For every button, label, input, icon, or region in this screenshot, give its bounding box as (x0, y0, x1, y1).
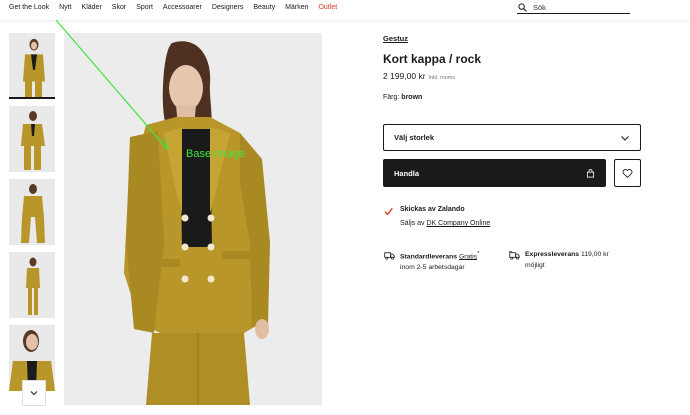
nav-accessoarer[interactable]: Accessoarer (163, 4, 202, 11)
search-bar (517, 1, 630, 14)
thumbnail-scroll-down-button[interactable] (22, 380, 46, 406)
seller-link[interactable]: DK Company Online (426, 220, 490, 227)
category-nav: Get the Look Nytt Kläder Skor Sport Acce… (9, 4, 337, 11)
nav-get-the-look[interactable]: Get the Look (9, 4, 49, 11)
express-delivery-price: 119,00 kr (580, 251, 609, 258)
express-delivery-text: Expressleverans 119,00 kr möjligt (525, 249, 609, 271)
truck-icon (384, 252, 395, 260)
color-label: Färg: (383, 94, 400, 101)
search-icon[interactable] (518, 2, 527, 12)
shipped-by-text: Skickas av Zalando (400, 206, 465, 213)
standard-delivery-price[interactable]: Gratis (459, 253, 477, 260)
color-value: brown (401, 94, 423, 101)
express-delivery-label: Expressleverans (525, 251, 580, 258)
chevron-down-icon (621, 135, 629, 141)
chevron-down-icon (30, 391, 38, 396)
price-value: 2 199,00 kr (383, 71, 426, 81)
express-truck-icon (509, 251, 520, 260)
nav-designers[interactable]: Designers (212, 4, 244, 11)
shopping-bag-icon (586, 168, 595, 178)
brand-link[interactable]: Gestuz (383, 34, 408, 43)
size-select[interactable]: Välj storlek (383, 124, 641, 151)
nav-beauty[interactable]: Beauty (253, 4, 275, 11)
thumbnail-4[interactable] (9, 252, 55, 318)
buy-label: Handla (394, 168, 420, 178)
standard-delivery-text: Standardleverans Gratis* inom 2-5 arbets… (400, 249, 479, 273)
thumbnail-1[interactable] (9, 33, 55, 99)
nav-skor[interactable]: Skor (112, 4, 126, 11)
sold-by-line: Säljs av DK Company Online (400, 220, 490, 227)
main-product-image[interactable] (64, 33, 322, 405)
nav-nytt[interactable]: Nytt (59, 4, 71, 11)
checkmark-icon (384, 207, 393, 216)
nav-outlet[interactable]: Outlet (318, 4, 337, 11)
thumbnail-gallery (9, 33, 55, 398)
express-delivery-note: möjligt (525, 262, 545, 269)
thumbnail-2[interactable] (9, 106, 55, 172)
heart-icon (622, 168, 633, 178)
sold-by-prefix: Säljs av (400, 220, 425, 227)
color-info: Färg: brown (383, 94, 422, 101)
search-input[interactable] (533, 2, 623, 12)
wishlist-button[interactable] (614, 159, 641, 187)
vat-note: Inkl. moms (428, 75, 456, 81)
product-title: Kort kappa / rock (383, 52, 482, 66)
nav-klader[interactable]: Kläder (82, 4, 102, 11)
top-navigation: Get the Look Nytt Kläder Skor Sport Acce… (0, 0, 690, 20)
nav-sport[interactable]: Sport (136, 4, 153, 11)
standard-delivery-footnote-mark: * (477, 251, 480, 257)
standard-delivery-time: inom 2-5 arbetsdagar (400, 264, 465, 272)
product-price: 2 199,00 kr Inkl. moms (383, 71, 455, 81)
thumbnail-3[interactable] (9, 179, 55, 245)
size-select-label: Välj storlek (394, 133, 435, 142)
add-to-bag-button[interactable]: Handla (383, 159, 606, 187)
standard-delivery-label: Standardleverans (400, 253, 458, 261)
annotation-label: Base Image (186, 148, 245, 160)
nav-marken[interactable]: Märken (285, 4, 308, 11)
